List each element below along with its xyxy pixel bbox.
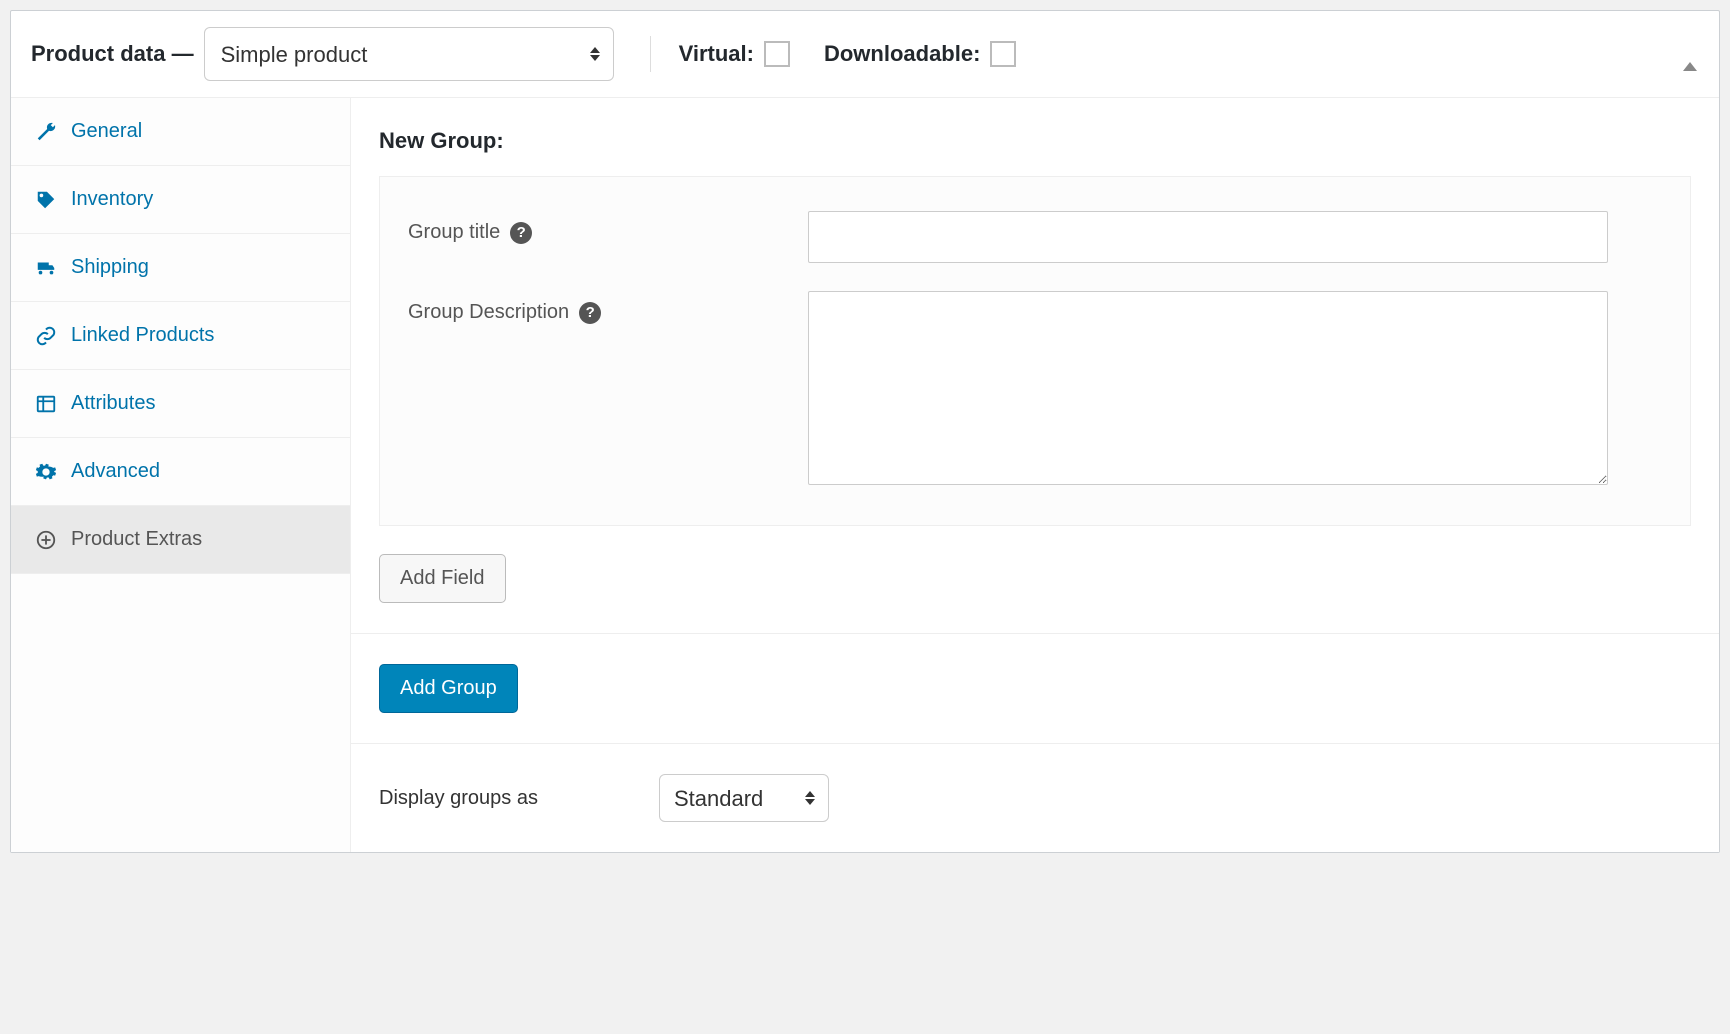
product-type-select-wrap: Simple product xyxy=(204,27,614,81)
display-groups-select[interactable]: Standard xyxy=(659,774,829,822)
tab-general[interactable]: General xyxy=(11,98,350,166)
add-group-button[interactable]: Add Group xyxy=(379,664,518,713)
tab-inventory[interactable]: Inventory xyxy=(11,166,350,234)
display-groups-section: Display groups as Standard xyxy=(351,744,1719,852)
group-title-input[interactable] xyxy=(808,211,1608,263)
product-type-select[interactable]: Simple product xyxy=(204,27,614,81)
help-icon[interactable]: ? xyxy=(510,222,532,244)
display-groups-label: Display groups as xyxy=(379,787,619,810)
tab-label: Advanced xyxy=(71,460,160,483)
plus-circle-icon xyxy=(35,529,57,551)
downloadable-checkbox[interactable] xyxy=(990,41,1016,67)
tab-label: Linked Products xyxy=(71,324,214,347)
display-groups-select-wrap: Standard xyxy=(659,774,829,822)
vertical-divider xyxy=(650,36,651,72)
group-description-textarea[interactable] xyxy=(808,291,1608,485)
virtual-checkbox[interactable] xyxy=(764,41,790,67)
new-group-heading: New Group: xyxy=(379,128,1691,154)
group-title-label: Group title xyxy=(408,221,500,244)
panel-title: Product data — xyxy=(31,41,194,67)
tag-icon xyxy=(35,189,57,211)
tab-product-extras[interactable]: Product Extras xyxy=(11,506,350,574)
product-data-tabs: General Inventory Shipping Linked Produc… xyxy=(11,98,351,852)
tab-advanced[interactable]: Advanced xyxy=(11,438,350,506)
group-box: Group title ? Group Description ? xyxy=(379,176,1691,526)
tab-label: Shipping xyxy=(71,256,149,279)
group-description-label-wrap: Group Description ? xyxy=(408,291,808,324)
help-icon[interactable]: ? xyxy=(579,302,601,324)
downloadable-option[interactable]: Downloadable: xyxy=(824,41,1016,67)
tab-attributes[interactable]: Attributes xyxy=(11,370,350,438)
gear-icon xyxy=(35,461,57,483)
add-field-button[interactable]: Add Field xyxy=(379,554,506,603)
wrench-icon xyxy=(35,121,57,143)
group-description-label: Group Description xyxy=(408,301,569,324)
group-title-label-wrap: Group title ? xyxy=(408,211,808,244)
panel-collapse-toggle[interactable] xyxy=(1683,45,1697,63)
tab-label: Product Extras xyxy=(71,528,202,551)
virtual-label: Virtual: xyxy=(679,41,754,67)
tab-label: Attributes xyxy=(71,392,155,415)
list-icon xyxy=(35,393,57,415)
truck-icon xyxy=(35,257,57,279)
downloadable-label: Downloadable: xyxy=(824,41,980,67)
group-title-row: Group title ? xyxy=(408,211,1662,263)
virtual-option[interactable]: Virtual: xyxy=(679,41,790,67)
link-icon xyxy=(35,325,57,347)
add-group-section: Add Group xyxy=(351,634,1719,743)
tab-label: General xyxy=(71,120,142,143)
tab-linked-products[interactable]: Linked Products xyxy=(11,302,350,370)
group-description-row: Group Description ? xyxy=(408,291,1662,485)
new-group-section: New Group: Group title ? Group Descripti… xyxy=(351,98,1719,633)
main-content: New Group: Group title ? Group Descripti… xyxy=(351,98,1719,852)
panel-header: Product data — Simple product Virtual: D… xyxy=(11,11,1719,98)
tab-shipping[interactable]: Shipping xyxy=(11,234,350,302)
product-data-panel: Product data — Simple product Virtual: D… xyxy=(10,10,1720,853)
tab-label: Inventory xyxy=(71,188,153,211)
panel-body: General Inventory Shipping Linked Produc… xyxy=(11,98,1719,852)
